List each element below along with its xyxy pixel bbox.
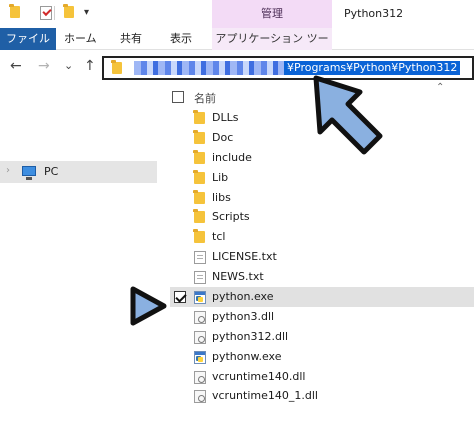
tab-home[interactable]: ホーム [64,28,97,50]
row-checkbox[interactable] [174,291,186,304]
list-item[interactable]: python312.dll [170,327,474,347]
folder-icon [193,129,205,144]
title-bar: ▾ 管理 Python312 [0,0,474,28]
sidebar-item-pc[interactable]: › PC [0,161,157,183]
file-name: libs [212,190,231,204]
file-name: python312.dll [212,329,289,343]
list-item[interactable]: python3.dll [170,307,474,327]
file-name: NEWS.txt [212,270,264,284]
back-arrow-icon[interactable]: ← [10,58,22,74]
dll-file-icon [194,330,206,344]
text-file-icon [194,271,206,285]
list-item[interactable]: Scripts [170,207,474,227]
up-arrow-icon[interactable]: ↑ [84,58,96,74]
tab-share[interactable]: 共有 [120,28,142,50]
list-item[interactable]: libs [170,188,474,208]
window-title: Python312 [344,7,404,20]
file-name: tcl [212,230,226,244]
sidebar-item-label: PC [44,165,59,178]
tab-file[interactable]: ファイル [0,28,56,50]
list-item[interactable]: vcruntime140_1.dll [170,386,474,406]
file-name: DLLs [212,111,239,124]
folder-icon [193,229,205,244]
folder-icon [193,110,205,124]
file-name: Scripts [212,210,250,224]
file-name: Lib [212,170,229,184]
file-name: python.exe [212,290,274,304]
dll-file-icon [194,370,206,384]
tab-application-tools[interactable]: アプリケーション ツール [212,28,332,67]
list-item-selected[interactable]: python.exe [170,287,474,307]
list-item[interactable]: LICENSE.txt [170,247,474,267]
recent-locations-chevron-icon[interactable]: ⌄ [64,59,73,72]
list-item[interactable]: NEWS.txt [170,267,474,287]
new-folder-icon[interactable] [63,4,74,18]
python-exe-icon [194,291,206,305]
text-file-icon [194,251,206,265]
folder-icon [193,149,205,164]
folder-icon [193,189,205,204]
expand-chevron-icon[interactable]: › [6,165,10,176]
properties-check-icon[interactable] [40,6,52,20]
address-bar[interactable]: ¥Programs¥Python¥Python312 [102,56,474,80]
file-name: vcruntime140.dll [212,369,306,383]
list-item[interactable]: vcruntime140.dll [170,367,474,387]
file-name: python3.dll [212,309,275,323]
folder-icon[interactable] [9,4,20,18]
file-name: LICENSE.txt [212,250,277,264]
pc-icon [22,166,36,180]
quick-access-menu-arrow-icon[interactable]: ▾ [84,7,89,18]
dll-file-icon [194,310,206,324]
list-item[interactable]: pythonw.exe [170,347,474,367]
play-triangle-icon [130,286,167,326]
file-name: include [212,150,252,164]
redacted-path-segment [134,61,284,75]
column-header-name[interactable]: 名前 [194,90,216,106]
forward-arrow-icon[interactable]: → [38,58,50,74]
file-name: vcruntime140_1.dll [212,389,318,403]
pointer-arrow-icon [313,75,383,155]
list-item[interactable]: tcl [170,227,474,247]
ribbon-tabs: ファイル ホーム 共有 表示 アプリケーション ツール [0,28,474,67]
file-name: pythonw.exe [212,349,282,363]
address-folder-icon [111,60,122,74]
folder-icon [193,209,205,224]
python-exe-icon [194,350,206,364]
sort-caret-icon[interactable]: ⌃ [436,82,444,93]
tab-view[interactable]: 表示 [170,28,192,50]
quick-access-divider [54,6,55,20]
file-name: Doc [212,130,234,144]
dll-file-icon [194,390,206,404]
folder-icon [193,169,205,184]
tab-manage[interactable]: 管理 [212,0,332,28]
select-all-checkbox[interactable] [172,91,184,103]
